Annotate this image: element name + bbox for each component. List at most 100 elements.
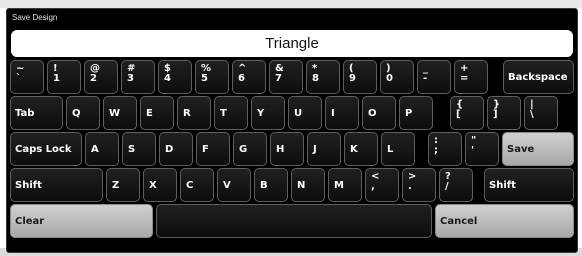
key-y[interactable]: Y — [251, 96, 285, 130]
clear-button[interactable]: Clear — [10, 204, 153, 238]
dialog-title: Save Design — [12, 13, 58, 22]
cancel-button[interactable]: Cancel — [435, 204, 574, 238]
key-row1-1[interactable]: ! 1 — [47, 60, 81, 94]
key-v[interactable]: V — [217, 168, 251, 202]
caps-lock-key[interactable]: Caps Lock — [10, 132, 82, 166]
key-row1-0[interactable]: ~ ` — [10, 60, 44, 94]
key-char: 2 — [90, 73, 97, 84]
key-row1-3[interactable]: #3 — [121, 60, 155, 94]
key-char: 3 — [127, 73, 134, 84]
key-char: 6 — [238, 73, 245, 84]
key-char: ; — [434, 145, 438, 156]
key-f[interactable]: F — [196, 132, 230, 166]
key-char: 9 — [349, 73, 356, 84]
shift-left-key[interactable]: Shift — [10, 168, 103, 202]
key-row4-symbol-0[interactable]: <, — [365, 168, 399, 202]
key-h[interactable]: H — [270, 132, 304, 166]
key-w[interactable]: W — [103, 96, 137, 130]
key-row4-symbol-2[interactable]: ? / — [439, 168, 473, 202]
key-label: S — [128, 143, 136, 155]
save-design-dialog: Save Design ~`!1@2#3$4%5^6&7*8(9)0_-+= Ba… — [6, 8, 578, 253]
key-label: Y — [257, 107, 265, 119]
key-u[interactable]: U — [288, 96, 322, 130]
key-row1-11[interactable]: _ - — [417, 60, 451, 94]
key-row1-12[interactable]: + = — [454, 60, 488, 94]
key-label: L — [387, 143, 394, 155]
key-label: Z — [112, 179, 120, 191]
key-char: 8 — [312, 73, 319, 84]
key-label: U — [294, 107, 303, 119]
save-button[interactable]: Save — [502, 132, 574, 166]
tab-key[interactable]: Tab — [10, 96, 63, 130]
key-row1-10[interactable]: ) 0 — [380, 60, 414, 94]
key-char: 7 — [275, 73, 282, 84]
key-char: / — [445, 181, 449, 192]
key-o[interactable]: O — [362, 96, 396, 130]
key-row1-6[interactable]: ^ 6 — [232, 60, 266, 94]
key-label: Q — [72, 107, 81, 119]
key-q[interactable]: Q — [66, 96, 100, 130]
key-x[interactable]: X — [143, 168, 177, 202]
key-t[interactable]: T — [214, 96, 248, 130]
key-l[interactable]: L — [381, 132, 415, 166]
key-row1-5[interactable]: % 5 — [195, 60, 229, 94]
key-label: T — [220, 107, 227, 119]
key-b[interactable]: B — [254, 168, 288, 202]
backspace-key[interactable]: Backspace — [503, 60, 574, 94]
key-d[interactable]: D — [159, 132, 193, 166]
key-m[interactable]: M — [328, 168, 362, 202]
key-label: F — [202, 143, 209, 155]
key-a[interactable]: A — [85, 132, 119, 166]
key-char: . — [408, 181, 412, 192]
key-char: 1 — [53, 73, 60, 84]
key-char: [ — [456, 109, 461, 120]
key-char: - — [423, 73, 428, 84]
key-label: O — [368, 107, 377, 119]
key-label: M — [334, 179, 344, 191]
key-s[interactable]: S — [122, 132, 156, 166]
key-e[interactable]: E — [140, 96, 174, 130]
key-g[interactable]: G — [233, 132, 267, 166]
key-p[interactable]: P — [399, 96, 433, 130]
key-char: 5 — [201, 73, 208, 84]
key-char: ] — [493, 109, 498, 120]
key-row3-symbol-0[interactable]: :; — [428, 132, 462, 166]
key-row3-symbol-1[interactable]: " ' — [465, 132, 499, 166]
key-label: C — [186, 179, 194, 191]
key-row2-symbol-0[interactable]: {[ — [450, 96, 484, 130]
key-char: , — [371, 181, 375, 192]
key-k[interactable]: K — [344, 132, 378, 166]
key-row2-symbol-2[interactable]: | \ — [524, 96, 558, 130]
key-n[interactable]: N — [291, 168, 325, 202]
key-label: Cancel — [440, 215, 478, 227]
key-row1-9[interactable]: (9 — [343, 60, 377, 94]
key-row2-symbol-1[interactable]: }] — [487, 96, 521, 130]
space-bar[interactable] — [156, 204, 432, 238]
key-label: W — [109, 107, 121, 119]
key-label: A — [91, 143, 99, 155]
key-z[interactable]: Z — [106, 168, 140, 202]
key-label: Save — [507, 143, 535, 155]
key-r[interactable]: R — [177, 96, 211, 130]
shift-right-key[interactable]: Shift — [484, 168, 574, 202]
key-i[interactable]: I — [325, 96, 359, 130]
key-j[interactable]: J — [307, 132, 341, 166]
key-char: ` — [16, 73, 21, 84]
key-label: P — [405, 107, 413, 119]
key-label: Tab — [15, 107, 35, 119]
key-row1-4[interactable]: $4 — [158, 60, 192, 94]
key-label: Shift — [15, 179, 42, 191]
key-label: K — [350, 143, 358, 155]
key-label: X — [149, 179, 157, 191]
key-row1-2[interactable]: @2 — [84, 60, 118, 94]
key-label — [157, 205, 431, 237]
key-row1-7[interactable]: & 7 — [269, 60, 303, 94]
key-c[interactable]: C — [180, 168, 214, 202]
key-label: J — [313, 143, 317, 155]
key-label: I — [331, 107, 335, 119]
key-row1-8[interactable]: * 8 — [306, 60, 340, 94]
key-label: R — [183, 107, 191, 119]
key-label: D — [165, 143, 174, 155]
design-name-input[interactable] — [11, 30, 573, 57]
key-row4-symbol-1[interactable]: >. — [402, 168, 436, 202]
